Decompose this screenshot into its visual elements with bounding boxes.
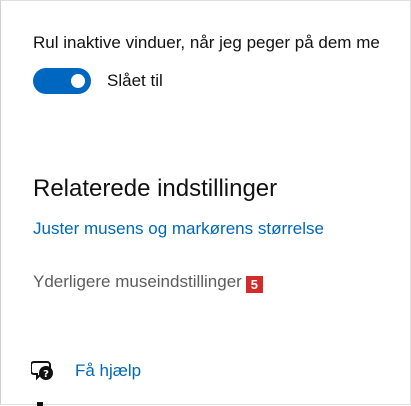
step-number-badge: 5 — [245, 276, 263, 293]
settings-panel: Rul inaktive vinduer, når jeg peger på d… — [0, 0, 411, 406]
toggle-knob — [71, 74, 85, 88]
toggle-state-label: Slået til — [107, 71, 163, 90]
help-chat-icon[interactable]: ? — [31, 358, 55, 382]
svg-text:?: ? — [43, 369, 49, 380]
related-settings-heading: Relaterede indstillinger — [33, 175, 278, 202]
mouse-pointer-size-link[interactable]: Juster musens og markørens størrelse — [33, 219, 324, 239]
additional-mouse-settings-row: Yderligere museindstillinger 5 — [33, 272, 263, 293]
scroll-inactive-windows-label: Rul inaktive vinduer, når jeg peger på d… — [33, 33, 380, 52]
additional-mouse-settings-link[interactable]: Yderligere museindstillinger — [33, 272, 242, 291]
scroll-inactive-windows-toggle[interactable] — [33, 68, 91, 94]
get-help-link[interactable]: Få hjælp — [75, 361, 141, 381]
feedback-icon — [37, 402, 43, 406]
